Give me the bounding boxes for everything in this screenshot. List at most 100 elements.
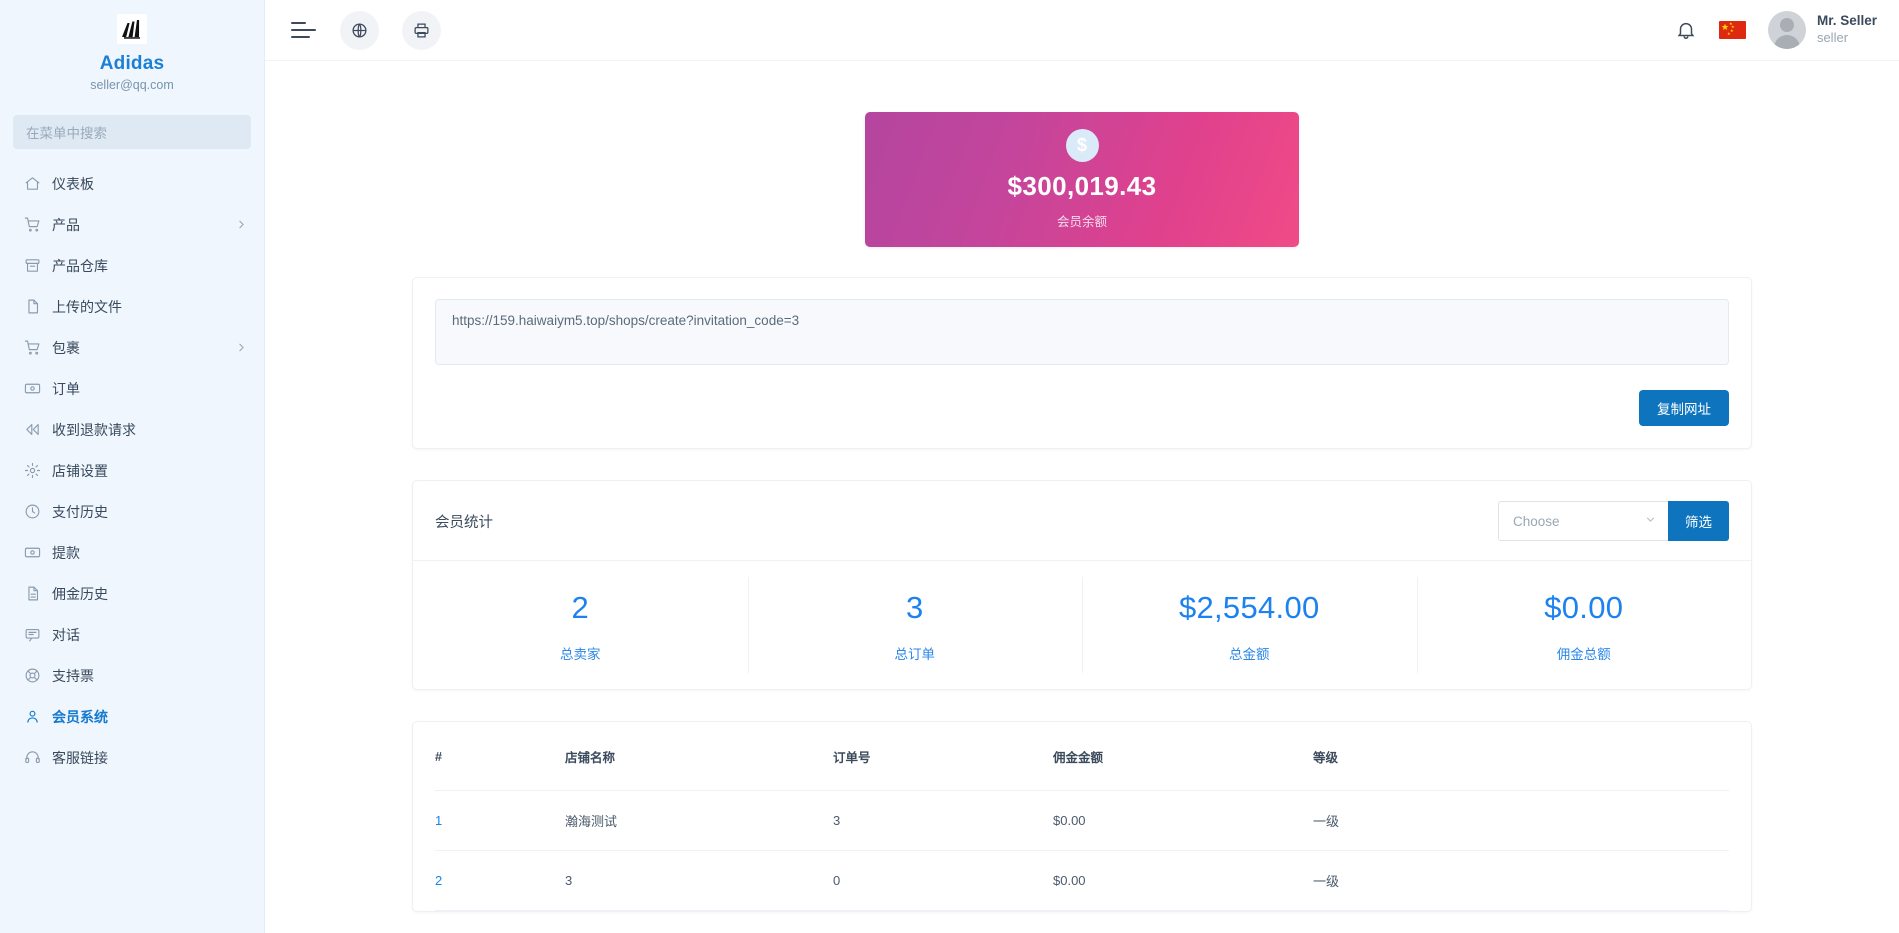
- stat-cell: $0.00 佣金总额: [1417, 561, 1752, 689]
- stat-value: $0.00: [1417, 590, 1752, 626]
- table-cell-idx: 1: [435, 791, 565, 851]
- brand-email: seller@qq.com: [0, 78, 264, 92]
- sidebar-item-0[interactable]: 仪表板: [0, 163, 264, 204]
- balance-amount: $300,019.43: [1008, 171, 1157, 202]
- table-head: #店铺名称订单号佣金金额等级: [435, 722, 1729, 791]
- table-cell-shop: 瀚海测试: [565, 791, 833, 851]
- sidebar-item-label: 支持票: [52, 666, 248, 686]
- sidebar-item-11[interactable]: 对话: [0, 614, 264, 655]
- stat-cell: 2总卖家: [413, 561, 748, 689]
- banknote-icon: [24, 380, 41, 397]
- sidebar-item-2[interactable]: 产品仓库: [0, 245, 264, 286]
- table-header-cell: #: [435, 722, 565, 791]
- adidas-logo-icon: [117, 14, 147, 44]
- table-cell-level: 一级: [1313, 851, 1729, 911]
- sidebar-item-9[interactable]: 提款: [0, 532, 264, 573]
- brand-block: Adidas seller@qq.com: [0, 0, 264, 96]
- sidebar-item-12[interactable]: 支持票: [0, 655, 264, 696]
- content-scroll: $ $300,019.43 会员余额 复制网址 会员统计: [265, 61, 1899, 933]
- invite-url-input[interactable]: [435, 299, 1729, 365]
- stat-label: 佣金总额: [1417, 643, 1752, 663]
- chevron-down-icon: [1644, 513, 1657, 529]
- user-meta: Mr. Seller seller: [1817, 13, 1877, 46]
- balance-label: 会员余额: [1057, 211, 1107, 230]
- stat-label: 总卖家: [413, 643, 748, 663]
- sidebar-item-label: 佣金历史: [52, 584, 248, 604]
- file-upload-icon: [24, 298, 41, 315]
- sidebar-item-label: 订单: [52, 379, 248, 399]
- balance-wrap: $ $300,019.43 会员余额: [412, 61, 1752, 247]
- stat-value: $2,554.00: [1082, 590, 1417, 626]
- sidebar-item-label: 会员系统: [52, 707, 248, 727]
- stats-header: 会员统计 Choose 筛选: [413, 481, 1751, 560]
- sidebar-item-label: 上传的文件: [52, 297, 248, 317]
- table-cell-level: 一级: [1313, 791, 1729, 851]
- bell-icon[interactable]: [1675, 19, 1697, 41]
- topbar-left: [291, 11, 441, 50]
- stats-grid: 2总卖家3总订单$2,554.00总金额$0.00佣金总额: [413, 560, 1751, 689]
- user-icon: [24, 708, 41, 725]
- globe-icon[interactable]: [340, 11, 379, 50]
- hamburger-icon[interactable]: [291, 20, 317, 40]
- table-cell-commission: $0.00: [1053, 851, 1313, 911]
- main-area: ★★ ★★ ★ Mr. Seller seller: [265, 0, 1899, 933]
- table-header-cell: 店铺名称: [565, 722, 833, 791]
- sidebar-search-input[interactable]: 在菜单中搜索: [13, 115, 251, 149]
- commission-table: #店铺名称订单号佣金金额等级 1瀚海测试3$0.00一级230$0.00一级: [435, 722, 1729, 911]
- sidebar-item-label: 包裹: [52, 338, 235, 358]
- table-row: 230$0.00一级: [435, 851, 1729, 911]
- table-cell-shop: 3: [565, 851, 833, 911]
- sidebar-item-10[interactable]: 佣金历史: [0, 573, 264, 614]
- sidebar-item-label: 仪表板: [52, 174, 248, 194]
- sidebar-item-4[interactable]: 包裹: [0, 327, 264, 368]
- table-cell-order_no: 3: [833, 791, 1053, 851]
- sidebar-item-7[interactable]: 店铺设置: [0, 450, 264, 491]
- sidebar-item-8[interactable]: 支付历史: [0, 491, 264, 532]
- user-menu[interactable]: Mr. Seller seller: [1768, 11, 1877, 49]
- table-header-row: #店铺名称订单号佣金金额等级: [435, 722, 1729, 791]
- stats-select-value: Choose: [1513, 514, 1560, 529]
- stats-title: 会员统计: [435, 511, 493, 532]
- sidebar-item-1[interactable]: 产品: [0, 204, 264, 245]
- stat-label: 总订单: [748, 643, 1083, 663]
- banknote-icon: [24, 544, 41, 561]
- brand-name: Adidas: [0, 53, 264, 75]
- table-cell-order_no: 0: [833, 851, 1053, 911]
- sidebar-search-placeholder: 在菜单中搜索: [26, 122, 107, 142]
- member-stats-card: 会员统计 Choose 筛选: [412, 480, 1752, 690]
- app-root: Adidas seller@qq.com 在菜单中搜索 仪表板产品产品仓库上传的…: [0, 0, 1899, 933]
- copy-url-button[interactable]: 复制网址: [1639, 390, 1729, 426]
- headset-icon: [24, 749, 41, 766]
- home-icon: [24, 175, 41, 192]
- stat-cell: 3总订单: [748, 561, 1083, 689]
- table-cell-idx: 2: [435, 851, 565, 911]
- sidebar: Adidas seller@qq.com 在菜单中搜索 仪表板产品产品仓库上传的…: [0, 0, 265, 933]
- sidebar-item-5[interactable]: 订单: [0, 368, 264, 409]
- cart-icon: [24, 339, 41, 356]
- table-header-cell: 等级: [1313, 722, 1729, 791]
- cart-icon: [24, 216, 41, 233]
- sidebar-item-14[interactable]: 客服链接: [0, 737, 264, 778]
- flag-cn-icon[interactable]: ★★ ★★ ★: [1719, 21, 1746, 39]
- invite-actions: 复制网址: [435, 390, 1729, 426]
- table-row: 1瀚海测试3$0.00一级: [435, 791, 1729, 851]
- invite-link-card: 复制网址: [412, 277, 1752, 449]
- filter-button[interactable]: 筛选: [1668, 501, 1729, 541]
- sidebar-item-label: 店铺设置: [52, 461, 248, 481]
- sidebar-item-6[interactable]: 收到退款请求: [0, 409, 264, 450]
- dollar-circle-icon: $: [1066, 129, 1099, 162]
- rewind-icon: [24, 421, 41, 438]
- printer-icon[interactable]: [402, 11, 441, 50]
- sidebar-nav: 仪表板产品产品仓库上传的文件包裹订单收到退款请求店铺设置支付历史提款佣金历史对话…: [0, 163, 264, 778]
- table-body: 1瀚海测试3$0.00一级230$0.00一级: [435, 791, 1729, 911]
- chevron-right-icon[interactable]: [235, 341, 248, 354]
- avatar: [1768, 11, 1806, 49]
- sidebar-item-3[interactable]: 上传的文件: [0, 286, 264, 327]
- sidebar-item-label: 支付历史: [52, 502, 248, 522]
- stats-select[interactable]: Choose: [1498, 501, 1668, 541]
- sidebar-item-13[interactable]: 会员系统: [0, 696, 264, 737]
- balance-card: $ $300,019.43 会员余额: [865, 112, 1299, 247]
- sidebar-item-label: 客服链接: [52, 748, 248, 768]
- table-header-cell: 佣金金额: [1053, 722, 1313, 791]
- chevron-right-icon[interactable]: [235, 218, 248, 231]
